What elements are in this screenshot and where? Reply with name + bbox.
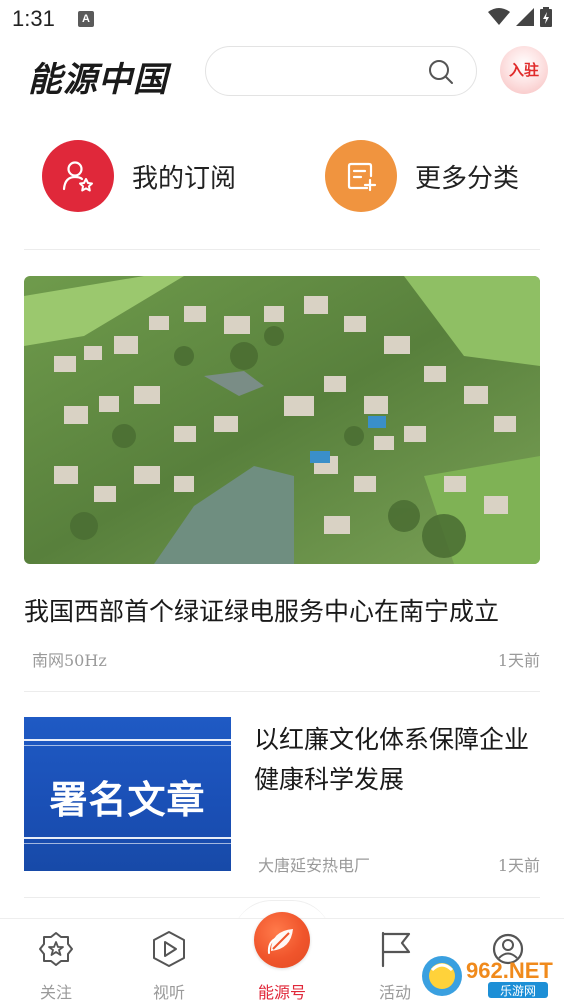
notification-a-icon: A [78,11,94,27]
quick-actions: 我的订阅 更多分类 [0,140,564,214]
nav-label: 能源号 [257,983,306,1002]
battery-icon [540,7,552,27]
system-icons [488,7,552,27]
flag-icon [381,931,411,968]
document-add-icon [325,140,397,212]
wifi-icon [488,8,510,25]
thumb-stripe [24,739,231,741]
my-subscription-label: 我的订阅 [132,163,237,194]
search-input[interactable] [205,46,477,96]
search-icon[interactable] [428,59,454,85]
join-button[interactable]: 入驻 [500,46,548,94]
divider [24,249,540,250]
divider [24,691,540,692]
nav-follow[interactable]: 关注 [16,919,96,1004]
thumb-stripe [24,745,231,746]
thumb-stripe [24,843,231,844]
star-badge-icon [39,932,73,966]
more-categories-button[interactable]: 更多分类 [325,140,519,212]
article-title[interactable]: 以红廉文化体系保障企业健康科学发展 [254,720,534,800]
svg-text:乐游网: 乐游网 [500,984,536,998]
watermark-logo: 962.NET 乐游网 [422,956,553,998]
thumb-stripe [24,837,231,839]
thumbnail-text: 署名文章 [49,777,206,822]
nav-label: 视听 [152,983,185,1002]
article-hero-image[interactable] [24,276,540,564]
app-header: 能源中国 入驻 [0,44,564,100]
article-time: 1天前 [497,856,540,875]
user-star-icon [42,140,114,212]
my-subscription-button[interactable]: 我的订阅 [42,140,236,212]
aerial-village-photo [24,276,540,564]
app-logo: 能源中国 [28,60,168,100]
more-categories-label: 更多分类 [415,163,520,194]
article-title[interactable]: 我国西部首个绿证绿电服务中心在南宁成立 [24,592,499,628]
article-time: 1天前 [497,651,540,670]
energy-center-button[interactable] [254,912,310,968]
leaf-icon [267,929,293,954]
nav-media[interactable]: 视听 [129,919,209,1004]
svg-text:962.NET: 962.NET [466,958,553,983]
divider [24,897,540,898]
signal-icon [516,8,534,26]
play-hex-icon [153,931,185,967]
nav-label: 关注 [39,983,72,1002]
article-source: 大唐延安热电厂 [258,856,371,875]
site-watermark: 962.NET 乐游网 [418,952,558,1000]
status-bar: 1:31 A [0,0,564,38]
article-source: 南网50Hz [32,651,107,670]
status-time: 1:31 [12,6,55,31]
article-thumbnail[interactable]: 署名文章 [24,717,231,871]
